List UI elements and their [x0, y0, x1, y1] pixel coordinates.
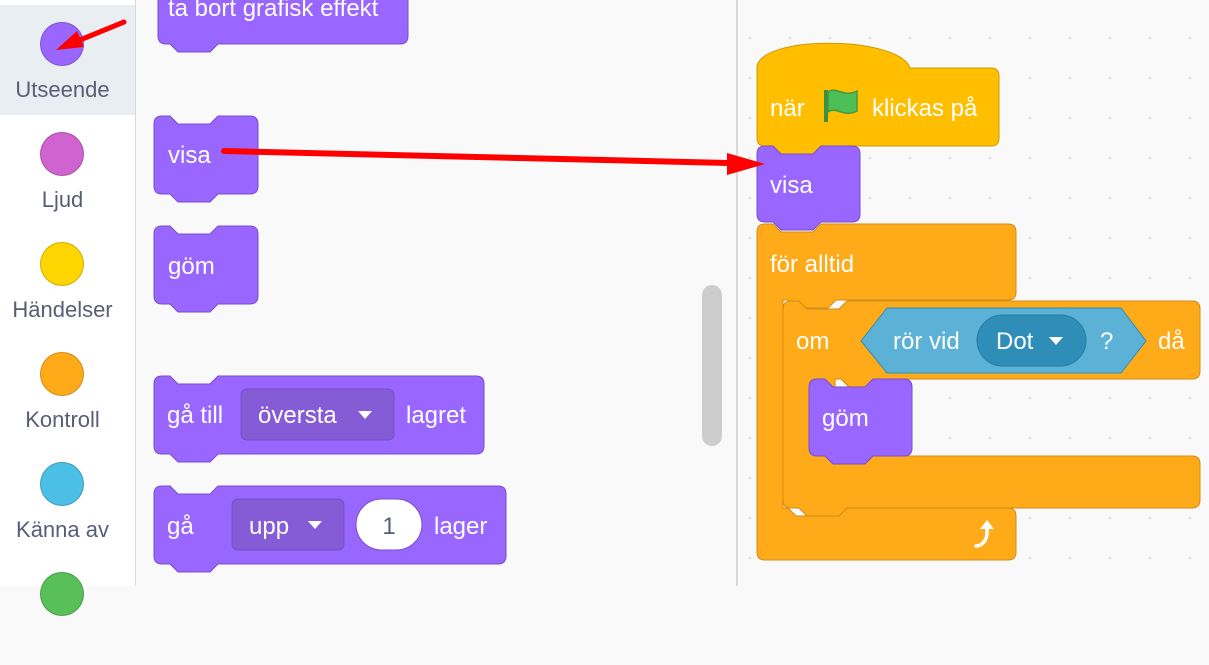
- hide-block[interactable]: göm: [153, 225, 259, 313]
- category-label: Ljud: [41, 187, 84, 212]
- hide-block-label: göm: [168, 253, 215, 280]
- go-to-layer-block[interactable]: gå till översta lagret: [153, 375, 485, 463]
- touching-block[interactable]: rör vid Dot ?: [860, 307, 1147, 374]
- if-prefix: om: [796, 328, 829, 355]
- sprite-dropdown-value: Dot: [996, 328, 1034, 355]
- layer-dropdown[interactable]: översta: [240, 388, 395, 441]
- touching-question: ?: [1100, 328, 1113, 355]
- category-sound[interactable]: Ljud: [0, 115, 135, 225]
- go-layers-block[interactable]: gå upp 1 lager: [153, 485, 507, 573]
- if-suffix: då: [1158, 328, 1185, 355]
- palette-scrollbar[interactable]: [702, 285, 722, 446]
- hide-block-label: göm: [822, 405, 869, 432]
- category-events[interactable]: Händelser: [0, 225, 135, 335]
- go-layers-suffix: lager: [434, 513, 487, 540]
- show-block[interactable]: visa: [756, 145, 861, 231]
- touching-prefix: rör vid: [893, 328, 960, 355]
- layer-count-value: 1: [382, 513, 395, 540]
- layer-count-input[interactable]: 1: [355, 498, 423, 551]
- block-palette: ta bort grafisk effekt visa göm gå till …: [136, 0, 738, 586]
- direction-dropdown[interactable]: upp: [231, 498, 345, 551]
- operators-category-icon: [40, 572, 84, 616]
- show-block[interactable]: visa: [153, 115, 259, 203]
- category-label: Utseende: [15, 77, 110, 102]
- control-category-icon: [40, 352, 84, 396]
- sprite-dropdown[interactable]: Dot: [976, 314, 1087, 367]
- clear-graphic-effects-block[interactable]: ta bort grafisk effekt: [157, 0, 409, 53]
- sensing-category-icon: [40, 462, 84, 506]
- when-suffix: klickas på: [872, 95, 978, 122]
- category-label: Kontroll: [25, 407, 100, 432]
- looks-category-icon: [40, 22, 84, 66]
- category-looks[interactable]: Utseende: [0, 5, 135, 115]
- category-label: Känna av: [16, 517, 109, 542]
- when-prefix: när: [770, 95, 805, 122]
- category-label: Händelser: [12, 297, 113, 322]
- category-menu: Utseende Ljud Händelser Kontroll Känna a…: [0, 0, 136, 616]
- show-block-label: visa: [168, 142, 211, 169]
- category-control[interactable]: Kontroll: [0, 335, 135, 445]
- hide-block[interactable]: göm: [808, 378, 913, 465]
- category-operators[interactable]: [0, 555, 135, 665]
- go-to-prefix: gå till: [167, 402, 223, 429]
- go-to-suffix: lagret: [406, 402, 466, 429]
- show-block-label: visa: [770, 172, 813, 199]
- forever-label: för alltid: [770, 251, 854, 278]
- when-flag-clicked-block[interactable]: när klickas på: [756, 42, 1000, 155]
- category-sensing[interactable]: Känna av: [0, 445, 135, 555]
- direction-dropdown-value: upp: [249, 513, 289, 540]
- script-area[interactable]: när klickas på visa för alltid om rör vi…: [738, 0, 1209, 586]
- sound-category-icon: [40, 132, 84, 176]
- go-layers-prefix: gå: [167, 513, 194, 540]
- events-category-icon: [40, 242, 84, 286]
- layer-dropdown-value: översta: [258, 402, 337, 429]
- clear-effects-label: ta bort grafisk effekt: [168, 0, 379, 22]
